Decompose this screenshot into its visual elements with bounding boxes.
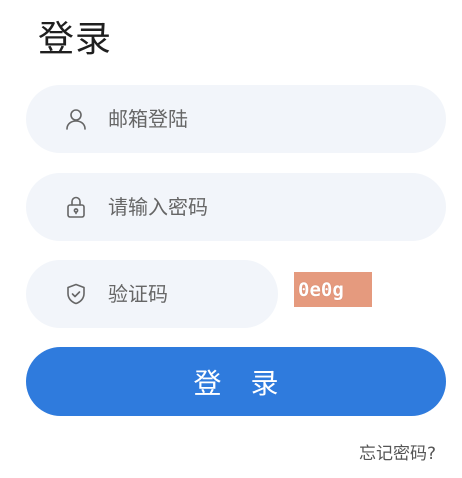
forgot-password-link[interactable]: 忘记密码? xyxy=(359,439,436,464)
shield-icon xyxy=(64,282,88,306)
user-icon xyxy=(64,107,88,131)
captcha-input[interactable] xyxy=(108,282,258,306)
password-input[interactable] xyxy=(108,195,388,219)
captcha-image[interactable]: 0e0g xyxy=(294,272,372,307)
page-title: 登录 xyxy=(38,19,113,60)
login-button[interactable]: 登 录 xyxy=(26,347,446,416)
email-field-container[interactable] xyxy=(26,85,446,153)
lock-icon xyxy=(64,195,88,219)
captcha-field-container[interactable] xyxy=(26,260,278,328)
captcha-text: 0e0g xyxy=(298,278,344,301)
password-field-container[interactable] xyxy=(26,173,446,241)
email-input[interactable] xyxy=(108,107,388,131)
